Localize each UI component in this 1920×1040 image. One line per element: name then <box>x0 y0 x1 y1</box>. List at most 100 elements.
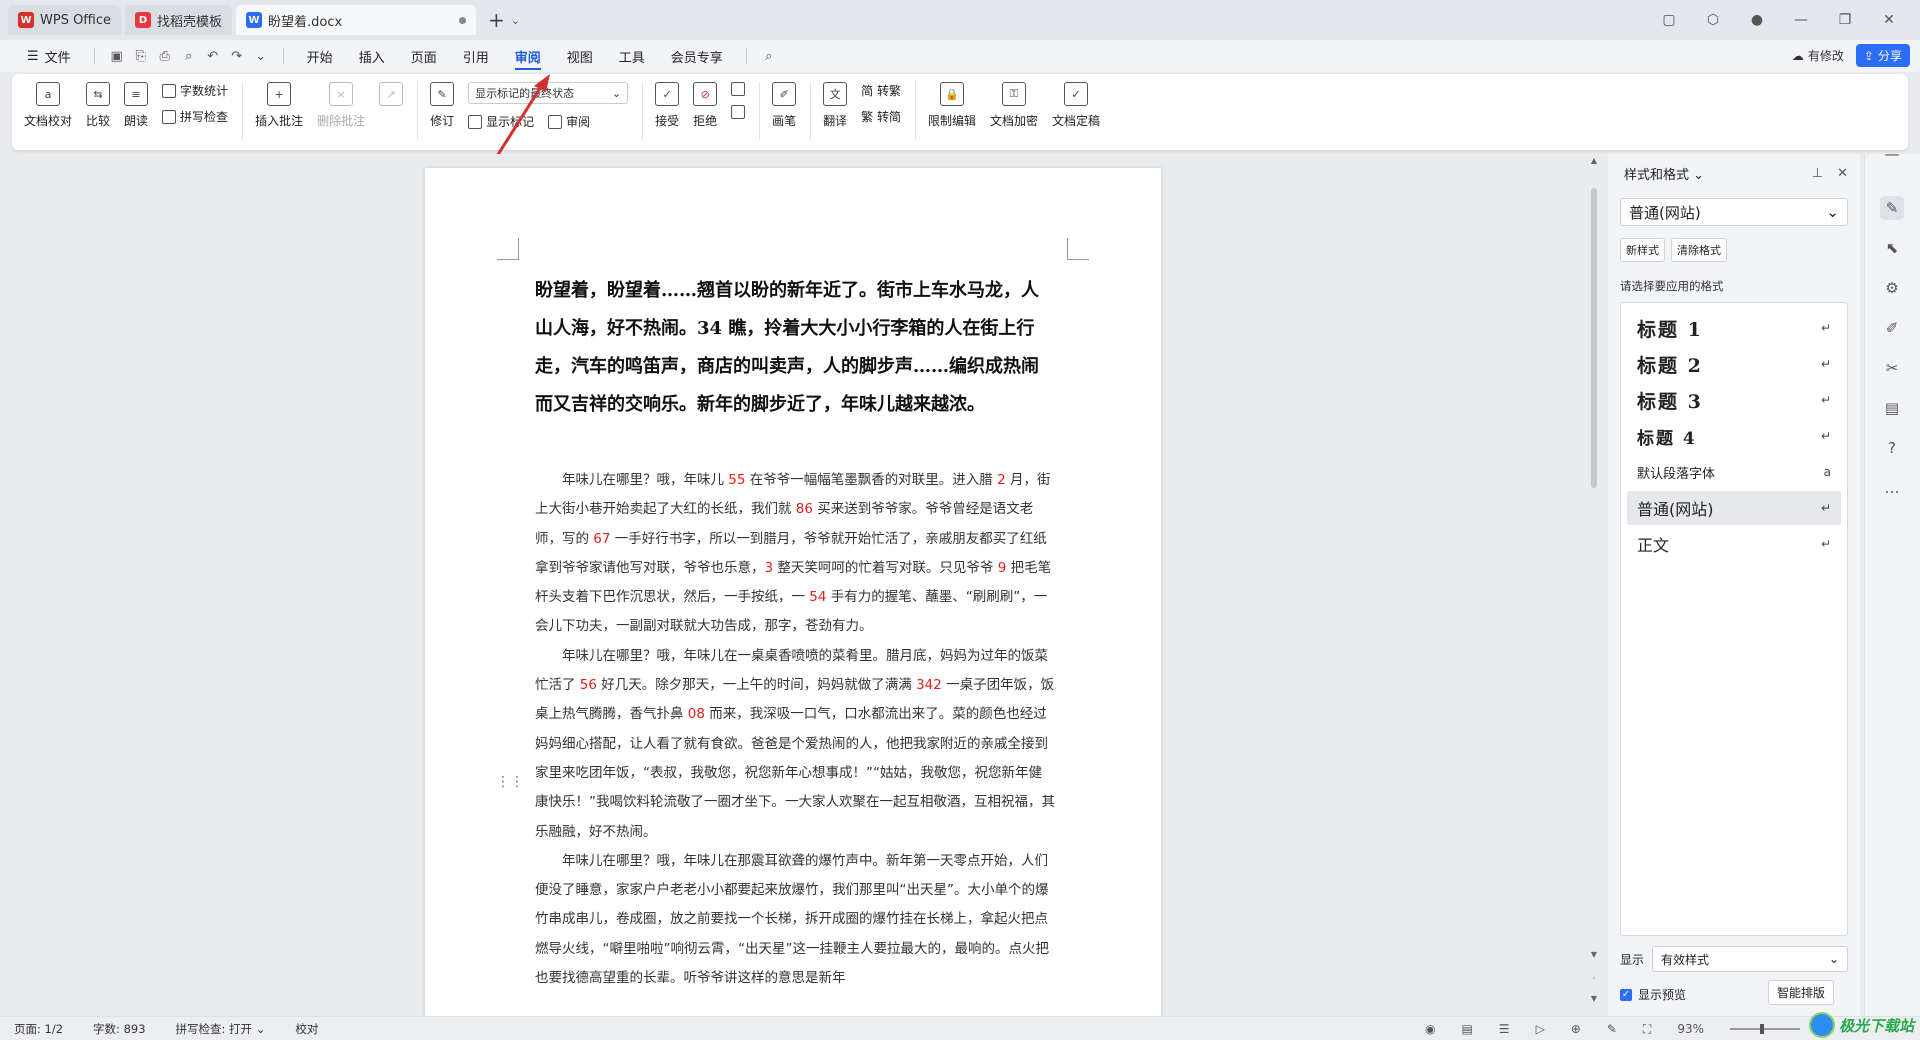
style-body[interactable]: 正文 ↵ <box>1627 527 1841 561</box>
encrypt-button[interactable]: ⚿ 文档加密 <box>990 82 1038 129</box>
minimize-panel-icon[interactable]: — <box>1880 142 1904 166</box>
chevron-down-icon[interactable]: ⌄ <box>511 14 520 27</box>
word-count-status[interactable]: 字数: 893 <box>93 1021 145 1037</box>
menu-review[interactable]: 审阅 <box>502 40 554 72</box>
menu-tools[interactable]: 工具 <box>606 40 658 72</box>
menu-page[interactable]: 页面 <box>398 40 450 72</box>
settings-sliders-icon[interactable]: ⚙ <box>1880 276 1904 300</box>
menu-member[interactable]: 会员专享 <box>658 40 736 72</box>
next-change-icon[interactable] <box>731 105 746 119</box>
search-icon[interactable]: ⌕ <box>760 47 778 65</box>
layout-icon[interactable]: ▢ <box>1660 12 1678 28</box>
style-brush-icon[interactable]: ✎ <box>1880 196 1904 220</box>
modified-indicator[interactable]: ☁ 有修改 <box>1792 47 1844 64</box>
restore-icon[interactable]: ❐ <box>1836 12 1854 28</box>
next-page-icon[interactable]: ▼ <box>1588 994 1600 1003</box>
to-traditional-button[interactable]: 简 转繁 <box>861 82 901 99</box>
scroll-down-icon[interactable]: ▼ <box>1588 950 1600 959</box>
menu-insert[interactable]: 插入 <box>346 40 398 72</box>
menu-start[interactable]: 开始 <box>294 40 346 72</box>
unsaved-dot-icon[interactable] <box>459 16 467 24</box>
share-button[interactable]: ⇪ 分享 <box>1855 44 1910 67</box>
proof-status[interactable]: 校对 <box>295 1021 318 1037</box>
document-page[interactable]: 盼望着，盼望着……翘首以盼的新年近了。街市上车水马龙，人山人海，好不热闹。34 … <box>425 168 1161 1038</box>
style-default-font[interactable]: 默认段落字体 a <box>1627 455 1841 489</box>
insert-comment-button[interactable]: + 插入批注 <box>255 82 303 129</box>
minimize-icon[interactable]: — <box>1792 12 1810 28</box>
smart-layout-button[interactable]: 智能排版 <box>1768 980 1835 1005</box>
previous-change-icon[interactable] <box>731 82 746 96</box>
spell-check-button[interactable]: 拼写检查 <box>162 108 228 125</box>
compare-button[interactable]: ⇆ 比较 <box>86 82 110 129</box>
export-icon[interactable]: ⎘ <box>132 47 150 65</box>
doc-check-button[interactable]: a 文档校对 <box>24 82 72 129</box>
spell-check-status[interactable]: 拼写检查: 打开 ⌄ <box>176 1021 266 1037</box>
print-preview-icon[interactable]: ⌕ <box>180 47 198 65</box>
help-icon[interactable]: ? <box>1880 436 1904 460</box>
page-nav-icon[interactable]: ◦ <box>1588 974 1600 983</box>
finalize-button[interactable]: ✓ 文档定稿 <box>1052 82 1100 129</box>
new-style-button[interactable]: 新样式 <box>1620 238 1665 262</box>
ink-button[interactable]: ✐ 画笔 <box>772 82 796 129</box>
delete-comment-button[interactable]: × 删除批注 <box>317 82 365 129</box>
reject-button[interactable]: ⊘ 拒绝 <box>693 82 717 129</box>
select-cursor-icon[interactable]: ⬉ <box>1880 236 1904 260</box>
translate-button[interactable]: 文翻译 <box>823 82 847 129</box>
preview-toggle[interactable]: ✓ 显示预览 <box>1620 986 1686 1003</box>
chevron-down-icon[interactable]: ⌄ <box>252 47 270 65</box>
panel-title[interactable]: 样式和格式 ⌄ <box>1624 164 1704 183</box>
checkbox-checked-icon[interactable]: ✓ <box>1620 988 1632 1001</box>
scroll-up-icon[interactable]: ▲ <box>1588 156 1600 165</box>
document-body[interactable]: 年味儿在哪里？哦，年味儿 55 在爷爷一幅幅笔墨飘香的对联里。进入腊 2 月，街… <box>535 466 1055 993</box>
accept-button[interactable]: ✓ 接受 <box>655 82 679 129</box>
revise-button[interactable]: ✎ 修订 <box>430 82 454 129</box>
new-tab-icon[interactable]: + <box>488 8 505 32</box>
paragraph-3[interactable]: 年味儿在哪里？哦，年味儿在那震耳欲聋的爆竹声中。新年第一天零点开始，人们便没了睡… <box>535 847 1055 993</box>
pin-icon[interactable]: ⊥ <box>1812 166 1823 181</box>
style-heading-4[interactable]: 标题 4 ↵ <box>1627 419 1841 453</box>
eye-icon[interactable]: ◉ <box>1425 1022 1435 1036</box>
style-heading-2[interactable]: 标题 2 ↵ <box>1627 347 1841 381</box>
print-icon[interactable]: ⎙ <box>156 47 174 65</box>
avatar-icon[interactable]: ● <box>1748 12 1766 28</box>
tab-wps-office[interactable]: W WPS Office <box>8 5 122 35</box>
zoom-knob[interactable] <box>1760 1024 1764 1034</box>
style-heading-1[interactable]: 标题 1 ↵ <box>1627 311 1841 345</box>
fit-icon[interactable]: ⛶ <box>1643 1022 1651 1037</box>
zoom-level[interactable]: 93% <box>1677 1022 1704 1036</box>
to-simplified-button[interactable]: 繁 转简 <box>861 108 901 125</box>
edit-doc-icon[interactable]: ✐ <box>1880 316 1904 340</box>
save-icon[interactable]: ▣ <box>108 47 126 65</box>
cube-icon[interactable]: ⬡ <box>1704 12 1722 28</box>
tab-document[interactable]: W 盼望着.docx <box>236 5 477 35</box>
undo-icon[interactable]: ↶ <box>204 47 222 65</box>
paragraph-2[interactable]: 年味儿在哪里？哦，年味儿在一桌桌香喷喷的菜肴里。腊月底，妈妈为过年的饭菜忙活了 … <box>535 642 1055 847</box>
vertical-scrollbar[interactable]: ▲ ▼ ◦ ▼ <box>1588 154 1600 1016</box>
menu-view[interactable]: 视图 <box>554 40 606 72</box>
redo-icon[interactable]: ↷ <box>228 47 246 65</box>
show-select[interactable]: 有效样式 ⌄ <box>1652 946 1849 972</box>
book-icon[interactable]: ▤ <box>1880 396 1904 420</box>
style-heading-3[interactable]: 标题 3 ↵ <box>1627 383 1841 417</box>
play-icon[interactable]: ▷ <box>1536 1022 1545 1036</box>
more-icon[interactable]: … <box>1880 476 1904 500</box>
page-view-icon[interactable]: ▤ <box>1461 1022 1472 1036</box>
scrollbar-thumb[interactable] <box>1591 188 1597 488</box>
comment-nav-button[interactable]: ↗ <box>379 82 404 112</box>
page-indicator[interactable]: 页面: 1/2 <box>14 1021 63 1037</box>
zoom-slider[interactable] <box>1730 1024 1800 1034</box>
menu-reference[interactable]: 引用 <box>450 40 502 72</box>
current-style-select[interactable]: 普通(网站) ⌄ <box>1620 198 1848 226</box>
tab-template[interactable]: D 找稻壳模板 <box>125 5 233 35</box>
tools-icon[interactable]: ✂ <box>1880 356 1904 380</box>
paragraph-1[interactable]: 年味儿在哪里？哦，年味儿 55 在爷爷一幅幅笔墨飘香的对联里。进入腊 2 月，街… <box>535 466 1055 642</box>
close-icon[interactable]: ✕ <box>1880 12 1898 28</box>
drag-handle-icon[interactable]: ⋮⋮ <box>496 774 524 790</box>
read-aloud-button[interactable]: ≡ 朗读 <box>124 82 148 129</box>
clear-format-button[interactable]: 清除格式 <box>1671 238 1727 262</box>
style-normal-web[interactable]: 普通(网站) ↵ <box>1627 491 1841 525</box>
restrict-edit-button[interactable]: 🔒 限制编辑 <box>928 82 976 129</box>
file-menu[interactable]: ☰ 文件 <box>14 40 84 72</box>
word-count-button[interactable]: 字数统计 <box>162 82 228 99</box>
document-heading[interactable]: 盼望着，盼望着……翘首以盼的新年近了。街市上车水马龙，人山人海，好不热闹。34 … <box>535 272 1055 424</box>
